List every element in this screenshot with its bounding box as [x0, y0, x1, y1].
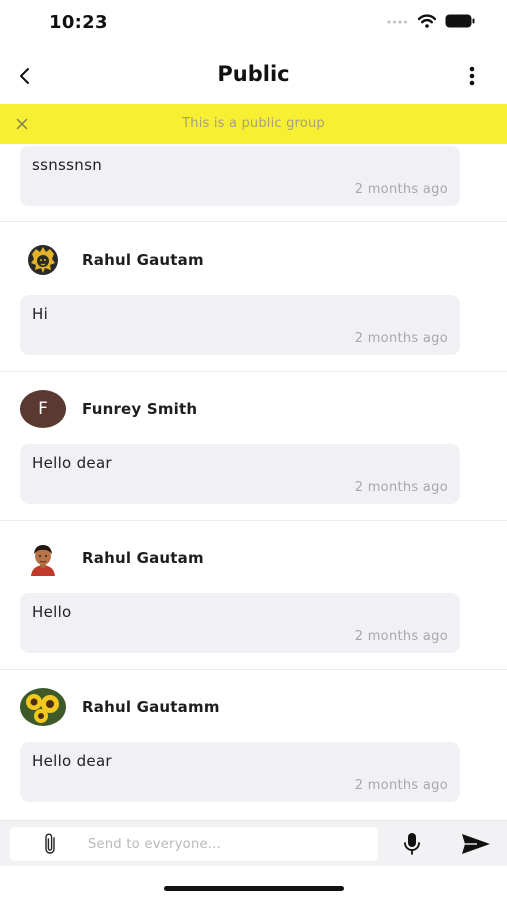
- message-item: Rahul Gautamm Hello dear 2 months ago: [0, 670, 507, 820]
- message-input[interactable]: [88, 827, 368, 861]
- message-item: Rahul Gautam Hello 2 months ago: [0, 521, 507, 670]
- message-bubble: Hello 2 months ago: [20, 593, 460, 653]
- message-header: F Funrey Smith: [20, 389, 197, 429]
- battery-icon: [445, 14, 475, 28]
- microphone-button[interactable]: [400, 831, 424, 857]
- message-item: Rahul Gautam Hi 2 months ago: [0, 223, 507, 372]
- sunflower-photo-icon: [20, 688, 66, 726]
- message-header: Rahul Gautamm: [20, 687, 220, 727]
- message-header: Rahul Gautam: [20, 240, 204, 280]
- author-name: Rahul Gautamm: [82, 698, 220, 716]
- banner-text: This is a public group: [182, 116, 325, 131]
- lion-logo-icon: [28, 245, 58, 275]
- avatar-initial: F: [38, 399, 48, 419]
- message-time: 2 months ago: [354, 778, 448, 793]
- message-time: 2 months ago: [354, 182, 448, 197]
- wifi-icon: [418, 14, 436, 28]
- cartoon-person-icon: [31, 545, 55, 576]
- author-name: Funrey Smith: [82, 400, 198, 418]
- message-bubble: Hi 2 months ago: [20, 295, 460, 355]
- author-name: Rahul Gautam: [82, 251, 204, 269]
- cellular-signal-icon: [387, 20, 408, 24]
- microphone-icon: [404, 833, 420, 855]
- send-button[interactable]: [460, 832, 492, 856]
- message-text: ssnssnsn: [32, 156, 102, 174]
- attach-button[interactable]: [38, 831, 62, 857]
- message-time: 2 months ago: [354, 331, 448, 346]
- more-options-button[interactable]: [465, 64, 479, 88]
- app-header: Public: [0, 48, 507, 104]
- public-group-banner: This is a public group: [0, 104, 507, 144]
- avatar[interactable]: [20, 240, 66, 280]
- home-indicator[interactable]: [164, 886, 344, 891]
- message-item: ssnssnsn 2 months ago: [0, 144, 507, 222]
- message-bubble: Hello dear 2 months ago: [20, 444, 460, 504]
- message-text: Hello: [32, 603, 72, 621]
- input-box: [10, 827, 378, 861]
- message-bubble: ssnssnsn 2 months ago: [20, 146, 460, 206]
- message-composer: [0, 820, 507, 866]
- status-time: 10:23: [49, 12, 108, 33]
- send-icon: [462, 834, 490, 854]
- avatar[interactable]: [20, 687, 66, 727]
- message-text: Hi: [32, 305, 49, 323]
- author-name: Rahul Gautam: [82, 549, 204, 567]
- page-title: Public: [217, 62, 290, 86]
- paperclip-icon: [45, 833, 55, 854]
- message-feed[interactable]: ssnssnsn 2 months ago Rahul Gautam Hi 2 …: [0, 144, 507, 820]
- status-icons: [387, 14, 475, 28]
- avatar[interactable]: F: [20, 389, 66, 429]
- more-vertical-icon: [469, 66, 475, 86]
- message-text: Hello dear: [32, 752, 112, 770]
- status-bar: 10:23: [0, 0, 507, 48]
- message-text: Hello dear: [32, 454, 112, 472]
- message-time: 2 months ago: [354, 480, 448, 495]
- message-header: Rahul Gautam: [20, 538, 204, 578]
- message-time: 2 months ago: [354, 629, 448, 644]
- message-bubble: Hello dear 2 months ago: [20, 742, 460, 802]
- avatar[interactable]: [20, 538, 66, 578]
- message-item: F Funrey Smith Hello dear 2 months ago: [0, 372, 507, 521]
